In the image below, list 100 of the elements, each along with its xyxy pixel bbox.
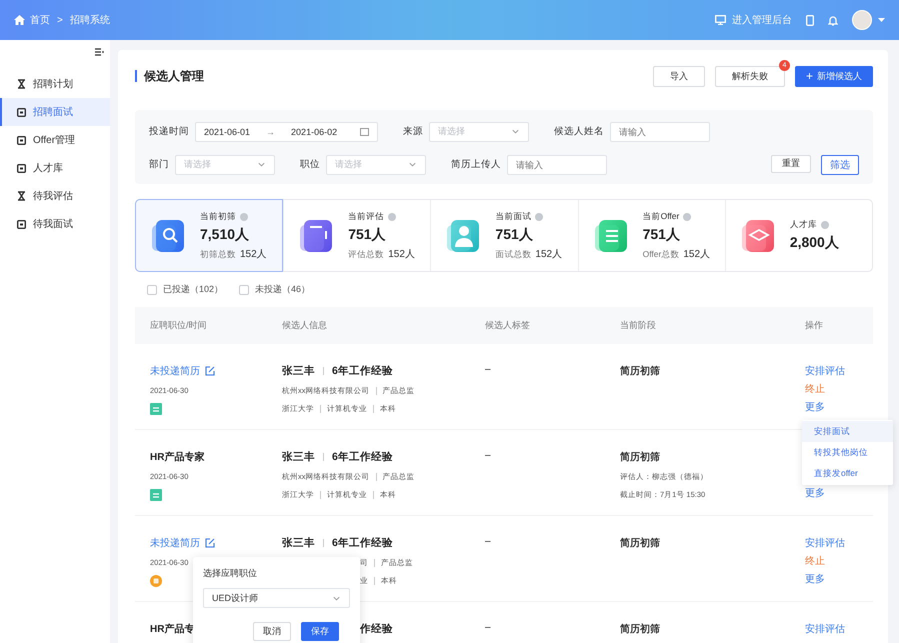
- date-range-field[interactable]: 2021-06-01 → 2021-06-02: [195, 122, 378, 142]
- stat-value: 751人: [348, 226, 387, 244]
- breadcrumb-separator: >: [57, 14, 63, 26]
- filter-label: 候选人姓名: [554, 125, 604, 138]
- chevron-down-icon: [257, 160, 266, 169]
- calendar-icon: [360, 127, 369, 136]
- toolbar-button[interactable]: 导入: [652, 66, 705, 86]
- filter-checkbox[interactable]: 已投递（102）: [147, 280, 224, 299]
- action-link[interactable]: 终止: [805, 382, 873, 396]
- tag-cell-text: –: [485, 536, 492, 547]
- sidebar-item[interactable]: Offer管理: [0, 126, 110, 154]
- stage-text: 简历初筛: [620, 450, 661, 464]
- menu-item[interactable]: 转投其他岗位: [802, 442, 893, 463]
- user-avatar[interactable]: [852, 10, 872, 30]
- stat-label: 当前评估: [348, 210, 415, 222]
- edit-icon: [205, 538, 215, 548]
- toolbar-button[interactable]: 解析失败: [714, 66, 785, 86]
- menu-item[interactable]: 直接发offer: [802, 463, 893, 484]
- page-title: 候选人管理: [135, 70, 204, 82]
- candidate-headline: 6年工作经验: [332, 536, 393, 550]
- save-button[interactable]: 保存: [301, 622, 339, 641]
- action-link[interactable]: 安排评估: [805, 364, 873, 378]
- job-title: HR产品专: [150, 622, 194, 636]
- end-date: 2021-06-02: [291, 126, 338, 136]
- stat-label: 当前面试: [495, 210, 562, 222]
- job-title: HR产品专家: [150, 450, 204, 464]
- stat-value: 7,510人: [200, 226, 250, 244]
- sidebar-label: Offer管理: [33, 134, 76, 147]
- sidebar-label: 待我面试: [33, 218, 73, 231]
- square-icon: [17, 136, 26, 144]
- edit-icon: [205, 366, 215, 376]
- sidebar-item[interactable]: 待我面试: [0, 210, 110, 238]
- bell-icon[interactable]: [828, 14, 838, 26]
- home-icon[interactable]: [14, 15, 25, 25]
- action-link[interactable]: 更多: [805, 486, 873, 500]
- stat-value: 2,800人: [790, 234, 839, 252]
- start-date: 2021-06-01: [204, 126, 250, 136]
- column-header: 候选人标签: [485, 319, 531, 332]
- action-link[interactable]: 更多: [805, 572, 873, 586]
- add-button[interactable]: + 新增候选人: [794, 66, 873, 86]
- input-field[interactable]: 请输入: [610, 122, 710, 142]
- stage-text: 简历初筛: [620, 536, 661, 550]
- action-link[interactable]: 安排评估: [805, 536, 873, 550]
- stat-value: 751人: [495, 226, 534, 244]
- stat-card[interactable]: 人才库 2,800人: [724, 200, 872, 271]
- stat-total: 面试总数 152人: [495, 248, 562, 260]
- reset-button[interactable]: 重置: [771, 154, 811, 172]
- sidebar-label: 待我评估: [33, 190, 73, 203]
- sidebar-label: 招聘面试: [33, 106, 73, 119]
- hourglass-icon: [17, 191, 26, 201]
- menu-item[interactable]: 安排面试: [802, 421, 893, 442]
- stat-card[interactable]: 当前评估 751人 评估总数 152人: [283, 200, 430, 271]
- monitor-icon: [715, 15, 726, 25]
- breadcrumb-link[interactable]: 首页: [30, 13, 50, 27]
- action-link[interactable]: 更多: [805, 400, 873, 414]
- tag-cell-text: –: [485, 450, 492, 461]
- collapse-menu-icon[interactable]: [95, 48, 104, 56]
- stat-value: 751人: [642, 226, 681, 244]
- stage-text: 简历初筛: [620, 364, 661, 378]
- stat-card[interactable]: 当前Offer 751人 Offer总数 152人: [578, 200, 725, 271]
- action-link[interactable]: 终止: [805, 554, 873, 568]
- stat-card[interactable]: 当前初筛 7,510人 初筛总数 152人: [135, 199, 284, 272]
- cancel-button[interactable]: 取消: [253, 622, 291, 641]
- tag-cell-text: –: [485, 364, 492, 375]
- filter-label: 部门: [149, 158, 169, 171]
- candidate-headline: 张三丰: [282, 364, 315, 378]
- admin-link[interactable]: 进入管理后台: [715, 13, 792, 27]
- square-icon: [17, 164, 26, 172]
- position-select[interactable]: UED设计师: [203, 588, 350, 608]
- filter-button[interactable]: 筛选: [821, 154, 859, 174]
- candidate-headline: 张三丰: [282, 536, 315, 550]
- stat-total: 评估总数 152人: [348, 248, 415, 260]
- column-header: 当前阶段: [620, 319, 657, 332]
- hourglass-icon: [17, 79, 26, 89]
- stage-text: 简历初筛: [620, 622, 661, 636]
- job-link[interactable]: 未投递简历: [150, 536, 215, 550]
- sidebar-label: 人才库: [33, 162, 63, 175]
- column-header: 应聘职位/时间: [150, 319, 208, 332]
- popup-label: 选择应聘职位: [203, 567, 258, 580]
- job-link[interactable]: 未投递简历: [150, 364, 215, 378]
- sidebar-label: 招聘计划: [33, 78, 73, 91]
- caret-icon[interactable]: [878, 18, 885, 22]
- plus-icon: +: [806, 69, 813, 83]
- filter-checkbox[interactable]: 未投递（46）: [239, 280, 310, 299]
- sidebar-item[interactable]: 待我评估: [0, 182, 110, 210]
- stat-card[interactable]: 当前面试 751人 面试总数 152人: [430, 200, 578, 271]
- column-header: 操作: [805, 319, 824, 332]
- tablet-icon[interactable]: [806, 14, 814, 26]
- sidebar-item[interactable]: 招聘面试: [0, 98, 110, 126]
- stat-label: 当前Offer: [642, 210, 710, 222]
- candidate-headline: 6年工作经验: [332, 450, 393, 464]
- sidebar-item[interactable]: 招聘计划: [0, 70, 110, 98]
- range-arrow: →: [266, 126, 276, 136]
- input-field[interactable]: 请输入: [507, 154, 607, 174]
- square-icon: [17, 220, 26, 228]
- breadcrumb-current: 招聘系统: [70, 14, 110, 27]
- tag-cell-text: –: [485, 622, 492, 633]
- sidebar-item[interactable]: 人才库: [0, 154, 110, 182]
- action-link[interactable]: 安排评估: [805, 622, 873, 636]
- stat-label: 人才库: [790, 219, 839, 231]
